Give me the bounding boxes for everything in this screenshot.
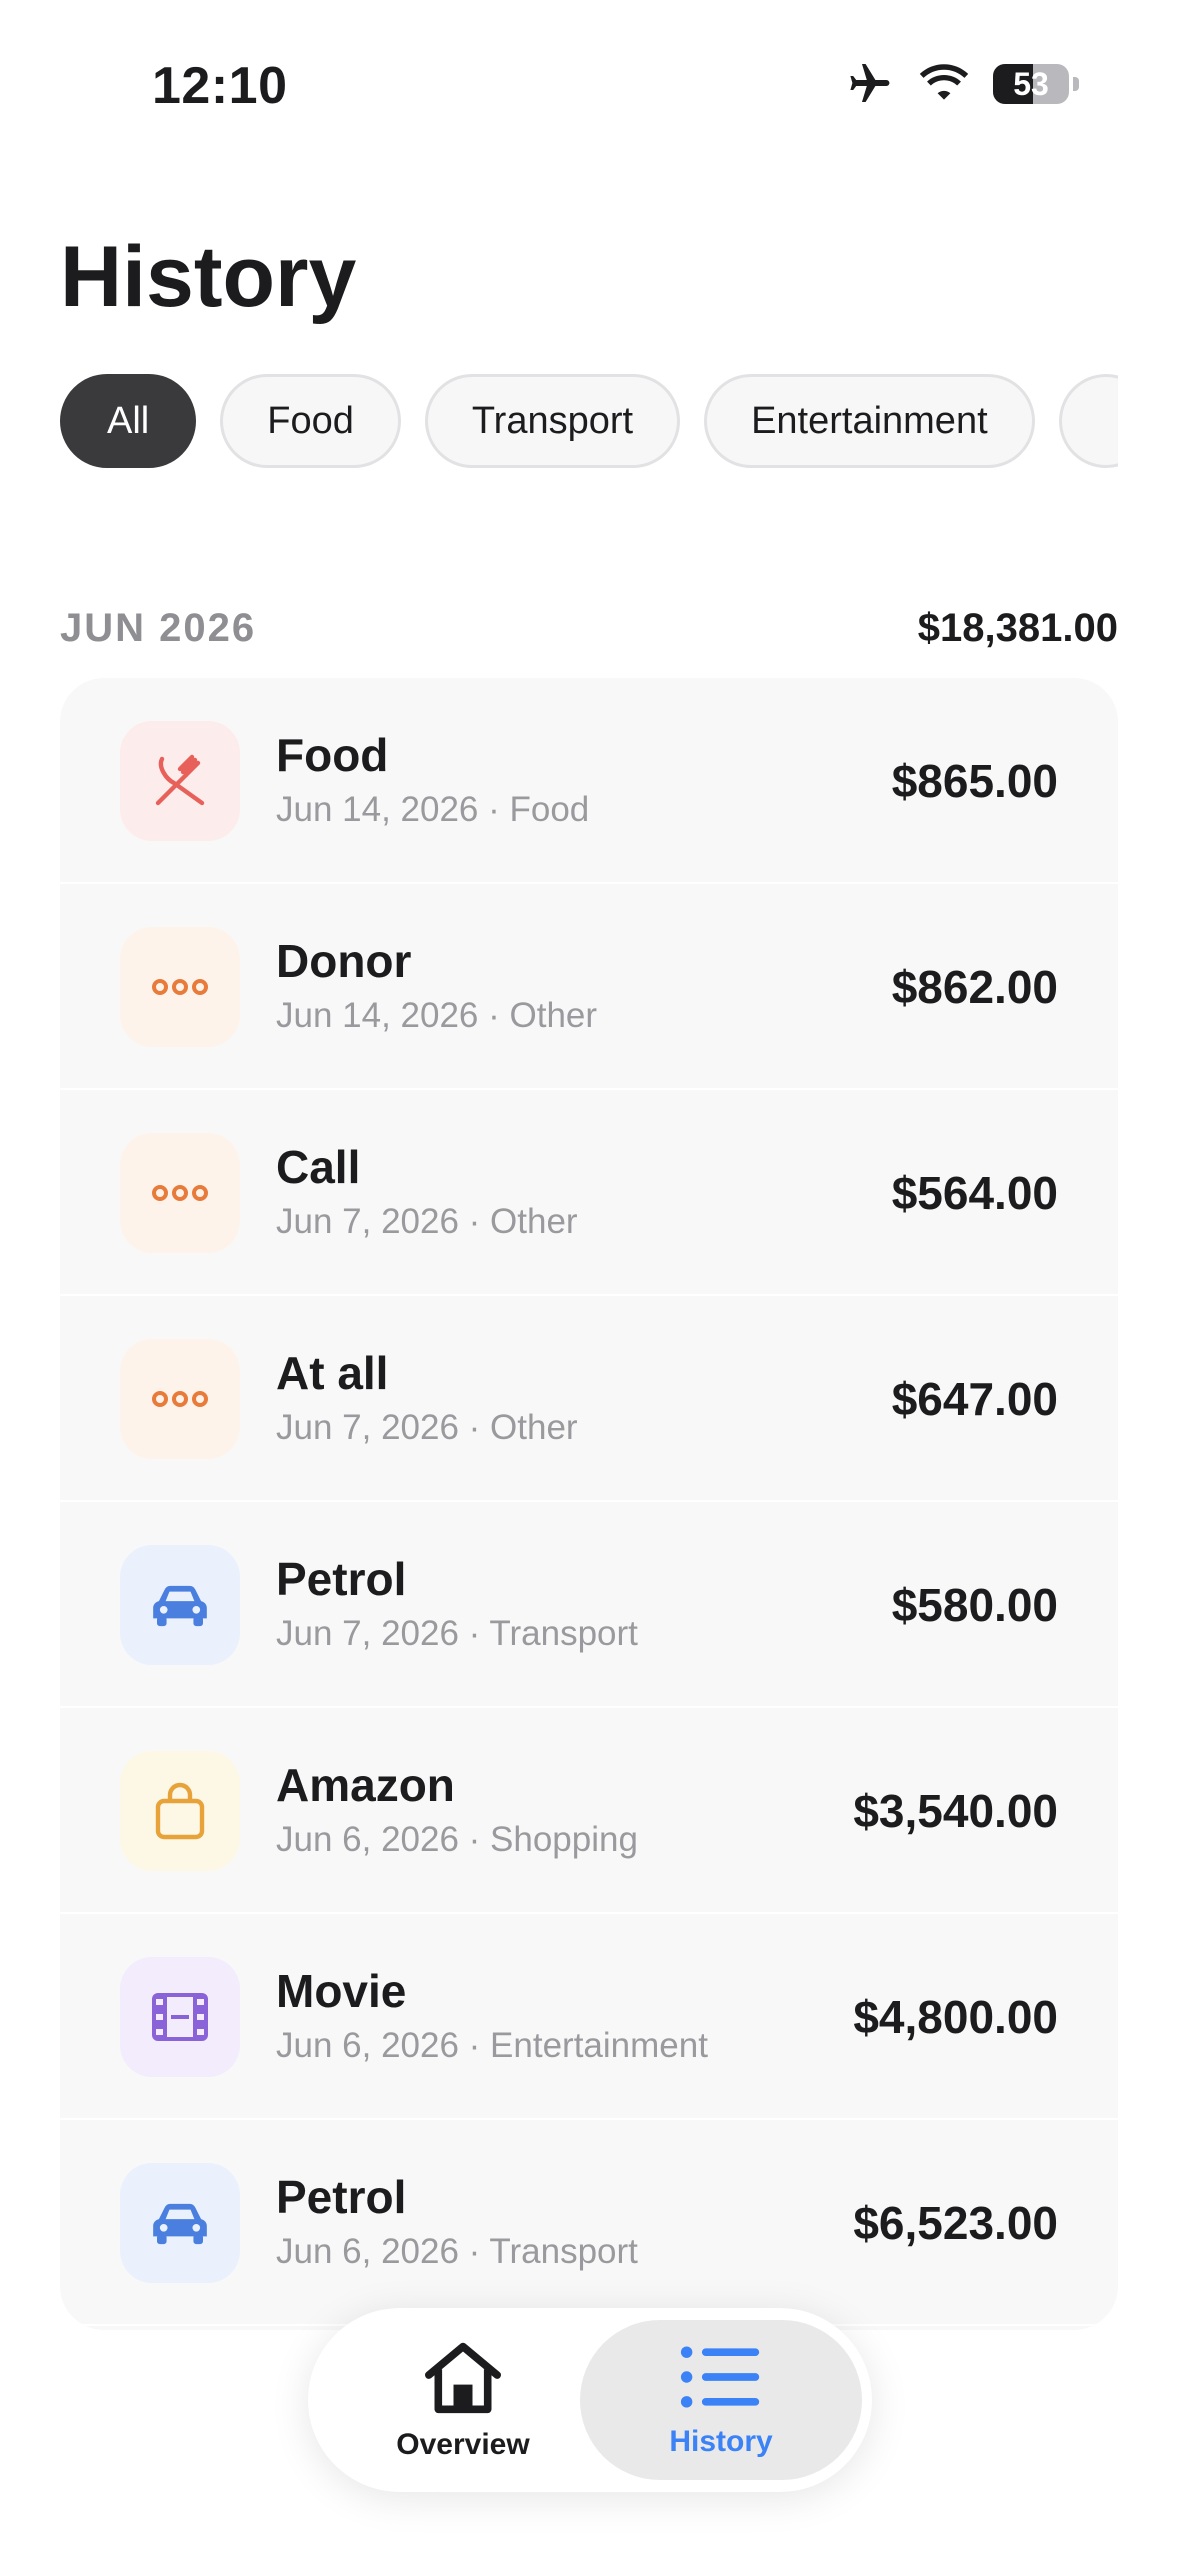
shopping-bag-icon xyxy=(120,1751,240,1871)
transaction-subtitle: Jun 7, 2026 · Other xyxy=(276,1202,578,1241)
transaction-row[interactable]: Amazon Jun 6, 2026 · Shopping $3,540.00 xyxy=(60,1708,1118,1914)
transaction-amount: $564.00 xyxy=(891,1167,1058,1219)
transaction-amount: $865.00 xyxy=(891,755,1058,807)
transaction-subtitle: Jun 14, 2026 · Food xyxy=(276,790,590,829)
tab-overview[interactable]: Overview xyxy=(322,2320,604,2480)
battery-nub xyxy=(1073,77,1079,91)
transaction-title: Call xyxy=(276,1141,361,1193)
fork-knife-icon xyxy=(120,721,240,841)
transaction-amount: $4,800.00 xyxy=(853,1991,1058,2043)
tab-overview-label: Overview xyxy=(396,2427,530,2461)
transaction-amount: $3,540.00 xyxy=(853,1785,1058,1837)
transaction-title: Petrol xyxy=(276,2171,407,2223)
transaction-title: Movie xyxy=(276,1965,407,2017)
transaction-amount: $580.00 xyxy=(891,1579,1058,1631)
tab-history-label: History xyxy=(669,2424,773,2458)
airplane-icon xyxy=(843,60,895,108)
transaction-row[interactable]: Petrol Jun 7, 2026 · Transport $580.00 xyxy=(60,1502,1118,1708)
battery-percent: 53 xyxy=(1013,65,1049,102)
list-icon xyxy=(679,2342,763,2417)
transaction-amount: $862.00 xyxy=(891,961,1058,1013)
filter-chip-all[interactable]: All xyxy=(60,374,197,468)
transaction-subtitle: Jun 7, 2026 · Other xyxy=(276,1408,578,1447)
transaction-subtitle: Jun 6, 2026 · Transport xyxy=(276,2232,638,2271)
filter-chip-entertainment[interactable]: Entertainment xyxy=(704,374,1035,468)
car-icon xyxy=(120,1545,240,1665)
transaction-amount: $647.00 xyxy=(891,1373,1058,1425)
car-icon xyxy=(120,2163,240,2283)
more-icon xyxy=(120,927,240,1047)
transaction-row[interactable]: Food Jun 14, 2026 · Food $865.00 xyxy=(60,678,1118,884)
transaction-list: Food Jun 14, 2026 · Food $865.00 Donor Jun 1… xyxy=(60,678,1118,2330)
tab-bar: Overview History xyxy=(308,2308,872,2492)
transaction-title: Food xyxy=(276,729,389,781)
transaction-row[interactable]: Movie Jun 6, 2026 · Entertainment $4,800.0… xyxy=(60,1914,1118,2120)
section-header: JUN 2026 $18,381.00 xyxy=(60,606,1118,651)
transaction-title: Amazon xyxy=(276,1759,455,1811)
category-filter-bar: All Food Transport Entertainment xyxy=(60,374,1118,474)
house-icon xyxy=(421,2339,505,2420)
transaction-row[interactable]: Donor Jun 14, 2026 · Other $862.00 xyxy=(60,884,1118,1090)
section-total: $18,381.00 xyxy=(917,606,1118,650)
film-icon xyxy=(120,1957,240,2077)
status-bar: 12:10 53 xyxy=(0,0,1179,160)
transaction-title: Donor xyxy=(276,935,412,987)
transaction-subtitle: Jun 6, 2026 · Shopping xyxy=(276,1820,638,1859)
battery-indicator: 53 xyxy=(993,64,1069,104)
page-title: History xyxy=(60,229,357,325)
transaction-subtitle: Jun 14, 2026 · Other xyxy=(276,996,598,1035)
transaction-row[interactable]: Call Jun 7, 2026 · Other $564.00 xyxy=(60,1090,1118,1296)
tab-history[interactable]: History xyxy=(580,2320,862,2480)
wifi-icon xyxy=(917,62,971,106)
transaction-subtitle: Jun 7, 2026 · Transport xyxy=(276,1614,638,1653)
transaction-title: At all xyxy=(276,1347,389,1399)
transaction-title: Petrol xyxy=(276,1553,407,1605)
transaction-subtitle: Jun 6, 2026 · Entertainment xyxy=(276,2026,708,2065)
transaction-amount: $6,523.00 xyxy=(853,2197,1058,2249)
transaction-row[interactable]: At all Jun 7, 2026 · Other $647.00 xyxy=(60,1296,1118,1502)
more-icon xyxy=(120,1339,240,1459)
more-icon xyxy=(120,1133,240,1253)
status-icons: 53 xyxy=(843,60,1079,108)
filter-chip-more[interactable] xyxy=(1058,374,1118,468)
status-time: 12:10 xyxy=(152,57,288,115)
filter-chip-food[interactable]: Food xyxy=(220,374,401,468)
section-month: JUN 2026 xyxy=(60,606,257,650)
filter-chip-transport[interactable]: Transport xyxy=(424,374,681,468)
transaction-row[interactable]: Petrol Jun 6, 2026 · Transport $6,523.00 xyxy=(60,2120,1118,2326)
